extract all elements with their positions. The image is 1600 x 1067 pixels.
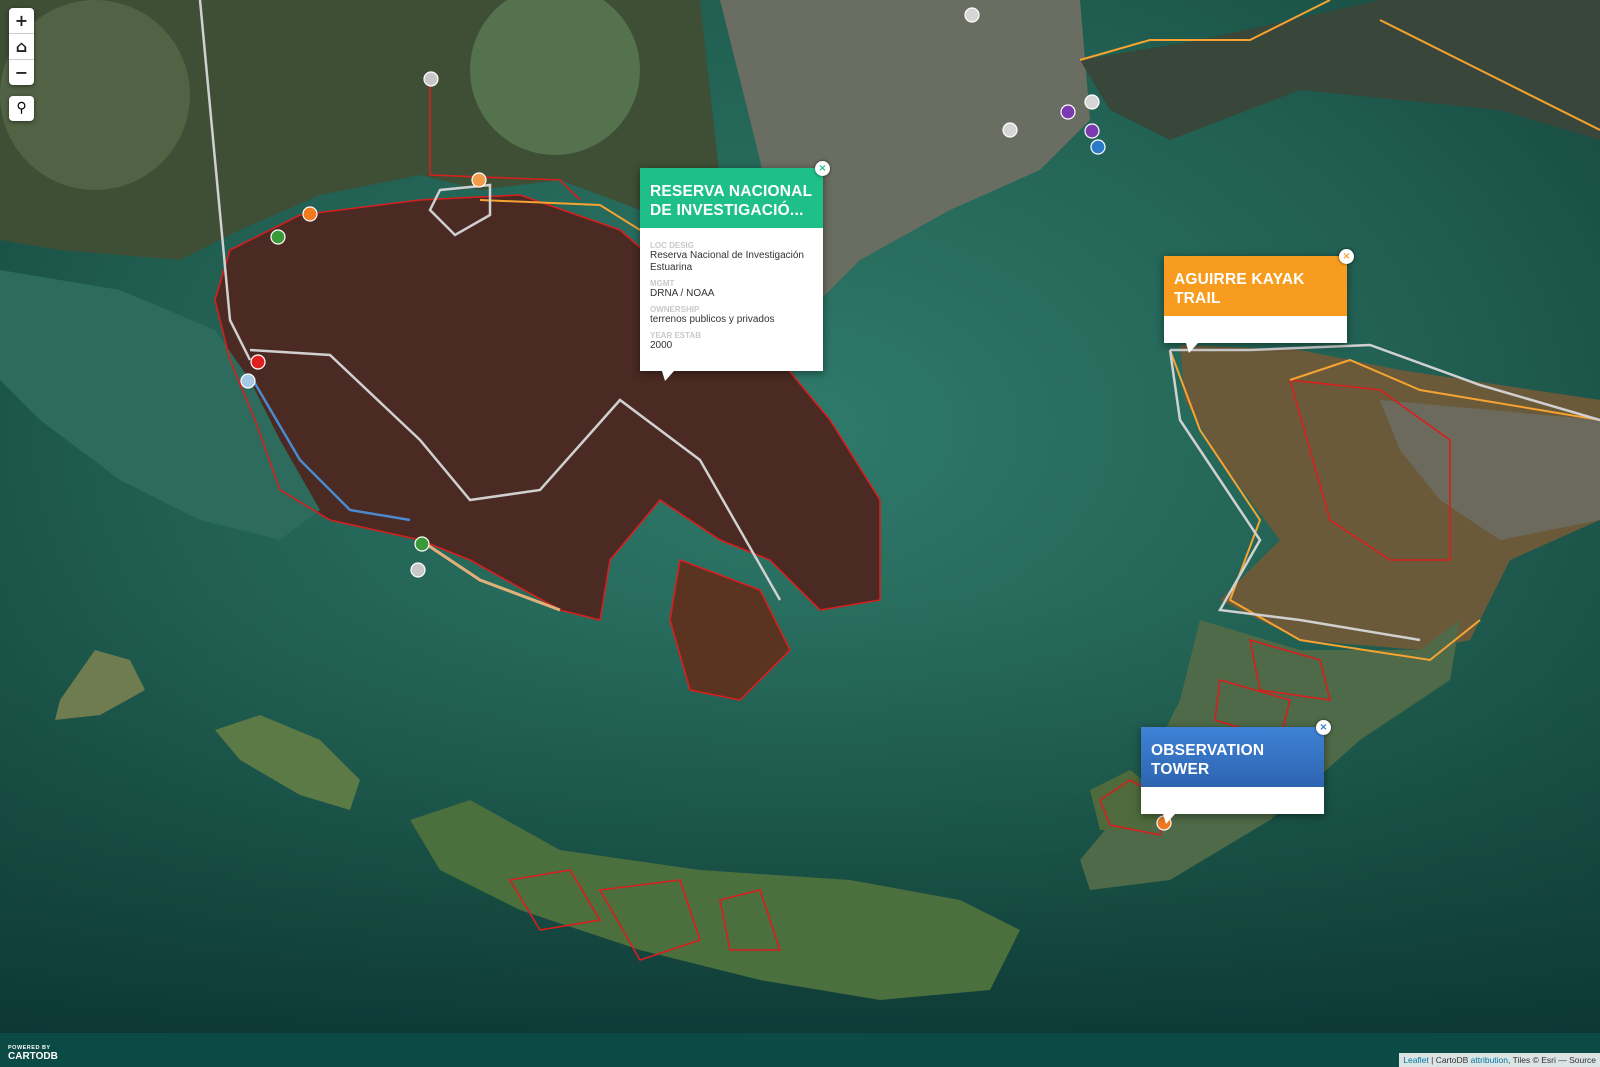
home-icon[interactable]: ⌂ bbox=[9, 34, 34, 60]
popup-tip bbox=[662, 371, 674, 381]
field-label: YEAR ESTAB bbox=[650, 331, 701, 340]
field-value: terrenos publicos y privados bbox=[650, 314, 775, 325]
marker-gray-5[interactable] bbox=[1084, 94, 1100, 110]
field-label: LOC DESIG bbox=[650, 241, 695, 250]
attribution-link[interactable]: attribution bbox=[1471, 1055, 1508, 1065]
popup-kayak-trail: × AGUIRRE KAYAK TRAIL bbox=[1164, 249, 1354, 353]
marker-orange-1[interactable] bbox=[471, 172, 487, 188]
marker-red-1[interactable] bbox=[250, 354, 266, 370]
marker-gray-3[interactable] bbox=[964, 7, 980, 23]
zoom-out-button[interactable]: − bbox=[9, 60, 34, 85]
field-value: Reserva Nacional de Investigación Estuar… bbox=[650, 250, 804, 273]
close-icon[interactable]: × bbox=[1316, 720, 1331, 735]
marker-green-1[interactable] bbox=[270, 229, 286, 245]
marker-gray-1[interactable] bbox=[423, 71, 439, 87]
field-value: DRNA / NOAA bbox=[650, 288, 715, 299]
popup-reserva: × RESERVA NACIONAL DE INVESTIGACIÓ... LO… bbox=[640, 161, 830, 381]
attribution-separator: | CartoDB bbox=[1428, 1055, 1471, 1065]
field-label: OWNERSHIP bbox=[650, 305, 700, 314]
close-icon[interactable]: × bbox=[1339, 249, 1354, 264]
locate-icon[interactable]: ⚲ bbox=[9, 96, 34, 121]
marker-orange-2[interactable] bbox=[302, 206, 318, 222]
marker-gray-2[interactable] bbox=[410, 562, 426, 578]
marker-green-2[interactable] bbox=[414, 536, 430, 552]
field-value: 2000 bbox=[650, 340, 673, 351]
cartodb-logo[interactable]: POWERED BY CARTODB bbox=[8, 1045, 58, 1062]
zoom-control: + ⌂ − bbox=[9, 8, 34, 85]
popup-title: RESERVA NACIONAL DE INVESTIGACIÓ... bbox=[640, 168, 823, 228]
marker-gray-4[interactable] bbox=[1002, 122, 1018, 138]
field-label: MGMT bbox=[650, 279, 675, 288]
popup-title: OBSERVATION TOWER bbox=[1141, 727, 1324, 787]
zoom-in-button[interactable]: + bbox=[9, 8, 34, 34]
popup-tip bbox=[1186, 343, 1198, 353]
marker-purple-2[interactable] bbox=[1084, 123, 1100, 139]
marker-purple-1[interactable] bbox=[1060, 104, 1076, 120]
popup-tip bbox=[1163, 814, 1175, 824]
leaflet-link[interactable]: Leaflet bbox=[1403, 1055, 1429, 1065]
marker-lightblue-1[interactable] bbox=[240, 373, 256, 389]
map-footer: POWERED BY CARTODB Leaflet | CartoDB att… bbox=[0, 1033, 1600, 1067]
marker-blue-1[interactable] bbox=[1090, 139, 1106, 155]
cartodb-brand: CARTODB bbox=[8, 1051, 58, 1062]
close-icon[interactable]: × bbox=[815, 161, 830, 176]
attribution-text: , Tiles © Esri — Source bbox=[1508, 1055, 1596, 1065]
satellite-map[interactable] bbox=[0, 0, 1600, 1067]
popup-body: LOC DESIG Reserva Nacional de Investigac… bbox=[640, 228, 823, 371]
attribution-bar: Leaflet | CartoDB attribution, Tiles © E… bbox=[1399, 1053, 1600, 1067]
popup-title: AGUIRRE KAYAK TRAIL bbox=[1164, 256, 1347, 316]
popup-observation-tower: × OBSERVATION TOWER bbox=[1141, 720, 1331, 824]
